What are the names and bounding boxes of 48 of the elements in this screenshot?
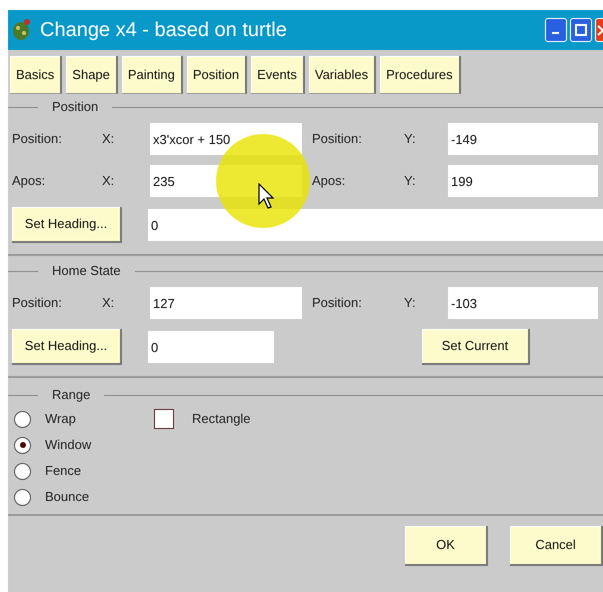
axis-label: X: [102, 294, 116, 312]
tab[interactable]: Shape [66, 56, 118, 94]
maximize-icon[interactable] [570, 18, 592, 42]
radio-label: Window [45, 436, 92, 454]
axis-label: Y: [404, 130, 417, 148]
input-field[interactable]: 0 [148, 331, 274, 363]
field-label: Position: [311, 130, 363, 148]
field-label: Apos: [12, 172, 46, 190]
radio-button[interactable] [14, 462, 31, 480]
radio-button[interactable] [14, 436, 31, 454]
tab[interactable]: Basics [10, 56, 62, 94]
group-title: Range [51, 386, 92, 404]
dialog-button[interactable]: Cancel [510, 526, 603, 566]
tab[interactable]: Position [186, 56, 248, 94]
input-field[interactable]: -103 [448, 287, 598, 319]
set-heading-button[interactable]: Set Heading... [12, 329, 122, 365]
input-field[interactable]: 127 [150, 287, 302, 319]
radio-label: Bounce [45, 488, 90, 506]
checkbox[interactable] [154, 409, 174, 429]
checkbox-label: Rectangle [192, 410, 251, 428]
axis-label: Y: [404, 172, 417, 190]
group-title: Home State [51, 262, 122, 280]
input-field[interactable]: 0 [148, 209, 603, 241]
tab[interactable]: Painting [122, 56, 183, 94]
dialog-button[interactable]: OK [405, 526, 488, 566]
group-title: Position [51, 98, 100, 116]
axis-label: X: [102, 172, 116, 190]
tab[interactable]: Procedures [380, 56, 461, 94]
radio-label: Fence [45, 462, 82, 480]
tab[interactable]: Variables [308, 56, 376, 94]
radio-button[interactable] [14, 410, 31, 428]
radio-label: Wrap [45, 410, 76, 428]
input-field[interactable]: -149 [448, 123, 598, 155]
axis-label: X: [102, 130, 116, 148]
field-label: Position: [12, 130, 63, 148]
axis-label: Y: [404, 294, 417, 312]
tab[interactable]: Events [251, 56, 305, 94]
set-current-button[interactable]: Set Current [422, 329, 530, 365]
pointer-icon [258, 183, 274, 209]
field-label: Position: [12, 294, 63, 312]
field-label: Position: [311, 294, 363, 312]
radio-button[interactable] [14, 488, 31, 506]
set-heading-button[interactable]: Set Heading... [12, 207, 122, 243]
minimize-icon[interactable] [545, 18, 567, 42]
window-title: Change x4 - based on turtle [40, 18, 287, 43]
turtle-icon [10, 18, 32, 42]
input-field[interactable]: 199 [448, 165, 598, 197]
field-label: Apos: [311, 172, 346, 190]
